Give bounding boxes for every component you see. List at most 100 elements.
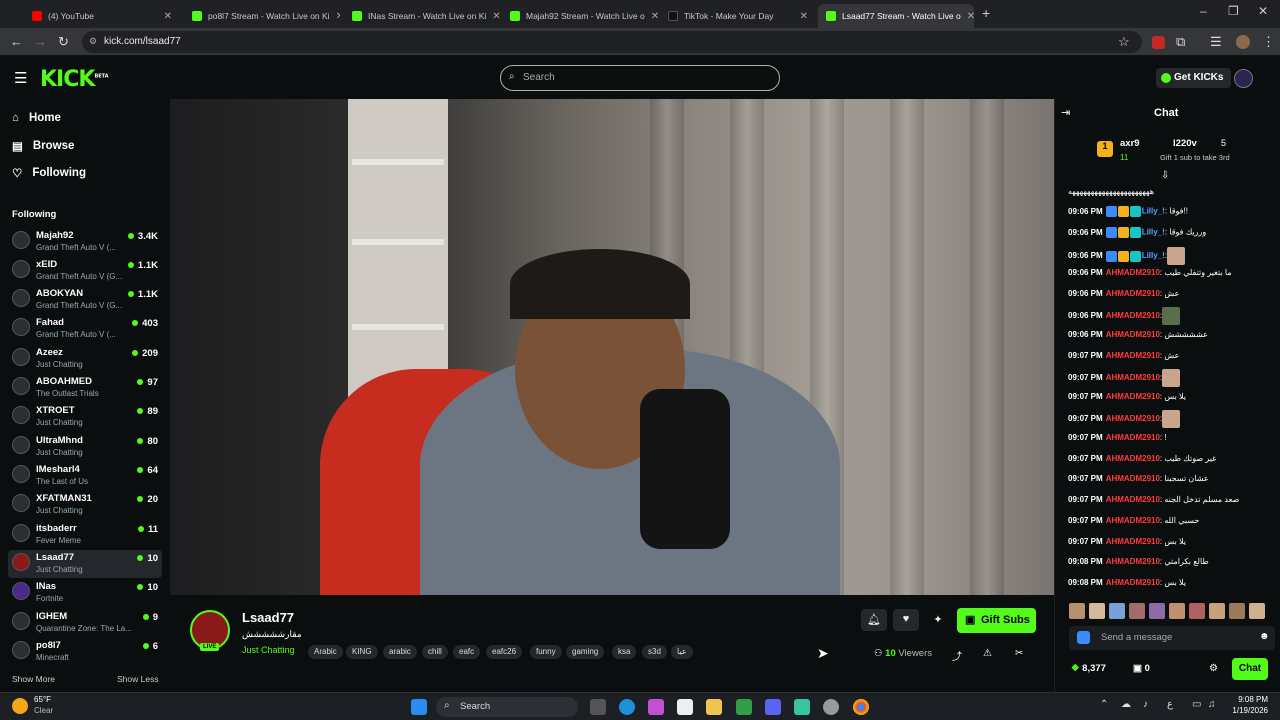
- chat-username[interactable]: Lilly_!: [1142, 207, 1165, 216]
- hamburger-menu-icon[interactable]: ☰: [14, 69, 27, 87]
- file-explorer-icon[interactable]: [706, 699, 722, 715]
- sidebar-channel[interactable]: xEID Grand Theft Auto V (G... 1.1K: [8, 257, 162, 285]
- chat-username[interactable]: AHMADM2910: [1106, 373, 1160, 382]
- clock-time[interactable]: 9:08 PM: [1222, 695, 1268, 704]
- chat-username[interactable]: AHMADM2910: [1106, 516, 1160, 525]
- browser-tab-active[interactable]: Lsaad77 Stream - Watch Live o ✕: [818, 4, 974, 28]
- forward-icon[interactable]: →: [34, 34, 47, 49]
- follow-button[interactable]: ♥: [893, 609, 919, 631]
- tag-chip[interactable]: ksa: [612, 645, 637, 659]
- task-view-icon[interactable]: [590, 699, 606, 715]
- minimize-icon[interactable]: –: [1200, 4, 1207, 18]
- close-tab-icon[interactable]: ✕: [336, 11, 340, 22]
- tag-chip[interactable]: عيا: [671, 645, 693, 659]
- browser-tab[interactable]: TikTok - Make Your Day ✕: [660, 4, 816, 28]
- tag-chip[interactable]: chill: [422, 645, 448, 659]
- emote[interactable]: [1229, 603, 1245, 619]
- tag-chip[interactable]: arabic: [383, 645, 417, 659]
- tray-chevron-icon[interactable]: ⌃: [1100, 699, 1108, 710]
- chat-username[interactable]: AHMADM2910: [1106, 268, 1160, 277]
- chat-username[interactable]: AHMADM2910: [1106, 351, 1160, 360]
- chat-username[interactable]: AHMADM2910: [1106, 454, 1160, 463]
- chat-username[interactable]: AHMADM2910: [1106, 578, 1160, 587]
- second-gifter-name[interactable]: I220v: [1173, 138, 1197, 149]
- kick-logo[interactable]: KICKBETA: [40, 67, 109, 92]
- tag-chip[interactable]: funny: [530, 645, 562, 659]
- send-chat-button[interactable]: Chat: [1232, 658, 1268, 680]
- report-icon[interactable]: ⚠: [983, 648, 992, 659]
- site-info-icon[interactable]: ⚙: [89, 36, 97, 47]
- browser-menu-icon[interactable]: ⋮: [1262, 34, 1275, 50]
- new-tab-button[interactable]: +: [982, 5, 990, 21]
- user-avatar[interactable]: [1234, 69, 1253, 88]
- collapse-chat-icon[interactable]: ⇥: [1061, 106, 1070, 119]
- tag-chip[interactable]: gaming: [566, 645, 605, 659]
- emote[interactable]: [1249, 603, 1265, 619]
- chrome-icon[interactable]: [853, 699, 869, 715]
- profile-avatar[interactable]: [1236, 35, 1250, 49]
- gift-subs-button[interactable]: ▣ Gift Subs: [957, 608, 1036, 633]
- store-icon[interactable]: [677, 699, 693, 715]
- close-tab-icon[interactable]: ✕: [967, 11, 974, 22]
- emote[interactable]: [1189, 603, 1205, 619]
- tag-chip[interactable]: eafc26: [486, 645, 523, 659]
- sidebar-channel[interactable]: ABOKYAN Grand Theft Auto V (G... 1.1K: [8, 286, 162, 314]
- close-tab-icon[interactable]: ✕: [651, 11, 658, 22]
- tag-chip[interactable]: eafc: [453, 645, 481, 659]
- copilot-icon[interactable]: [648, 699, 664, 715]
- sidebar-item-following[interactable]: ♡ Following: [12, 166, 86, 180]
- emote[interactable]: [1209, 603, 1225, 619]
- language-icon[interactable]: ع: [1167, 699, 1173, 710]
- discord-icon[interactable]: [765, 699, 781, 715]
- sidebar-channel[interactable]: XTROET Just Chatting 89: [8, 403, 162, 431]
- tag-chip[interactable]: s3d: [642, 645, 667, 659]
- close-tab-icon[interactable]: ✕: [492, 11, 500, 22]
- sidebar-item-browse[interactable]: ▤ Browse: [12, 139, 74, 153]
- sidebar-channel[interactable]: Majah92 Grand Theft Auto V (... 3.4K: [8, 228, 162, 256]
- emote[interactable]: [1149, 603, 1165, 619]
- back-icon[interactable]: ←: [10, 34, 23, 49]
- chat-username[interactable]: AHMADM2910: [1106, 433, 1160, 442]
- extensions-puzzle-icon[interactable]: ⧉: [1176, 34, 1185, 50]
- volume-icon[interactable]: ♫: [1208, 699, 1216, 710]
- sidebar-channel[interactable]: XFATMAN31 Just Chatting 20: [8, 491, 162, 519]
- emoji-icon[interactable]: ☻: [1259, 631, 1270, 642]
- app-icon[interactable]: [794, 699, 810, 715]
- show-more-link[interactable]: Show More: [12, 674, 55, 684]
- video-player[interactable]: [170, 99, 1054, 595]
- settings-icon[interactable]: [823, 699, 839, 715]
- reload-icon[interactable]: ↻: [58, 34, 69, 50]
- sidebar-channel[interactable]: UltraMhnd Just Chatting 80: [8, 433, 162, 461]
- emote[interactable]: [1109, 603, 1125, 619]
- close-tab-icon[interactable]: ✕: [164, 11, 172, 22]
- chat-username[interactable]: AHMADM2910: [1106, 392, 1160, 401]
- sidebar-channel[interactable]: INas Fortnite 10: [8, 579, 162, 607]
- search-input[interactable]: ⌕ Search: [500, 65, 780, 91]
- chat-username[interactable]: AHMADM2910: [1106, 414, 1160, 423]
- xbox-icon[interactable]: [736, 699, 752, 715]
- chat-username[interactable]: AHMADM2910: [1106, 311, 1160, 320]
- extension-icon[interactable]: [1152, 36, 1165, 49]
- browser-tab[interactable]: Majah92 Stream - Watch Live o ✕: [502, 4, 658, 28]
- emote[interactable]: [1169, 603, 1185, 619]
- sidebar-item-home[interactable]: ⌂ Home: [12, 112, 61, 124]
- url-field[interactable]: ⚙ kick.com/lsaad77: [82, 31, 1142, 53]
- sidebar-channel[interactable]: IGHEM Quarantine Zone: The La... 9: [8, 609, 162, 637]
- microphone-icon[interactable]: ♪: [1143, 699, 1148, 710]
- weather-icon[interactable]: [12, 698, 28, 714]
- edge-icon[interactable]: [619, 699, 635, 715]
- chat-username[interactable]: AHMADM2910: [1106, 495, 1160, 504]
- chat-username[interactable]: AHMADM2910: [1106, 474, 1160, 483]
- kicks-balance[interactable]: ❖ 8,377: [1071, 663, 1106, 674]
- chat-username[interactable]: AHMADM2910: [1106, 557, 1160, 566]
- close-tab-icon[interactable]: ✕: [800, 11, 808, 22]
- chat-username[interactable]: Lilly_!: [1142, 251, 1165, 260]
- emote[interactable]: [1129, 603, 1145, 619]
- maximize-icon[interactable]: ❐: [1228, 4, 1239, 18]
- kicks-button[interactable]: ✦: [925, 609, 951, 631]
- show-less-link[interactable]: Show Less: [117, 674, 159, 684]
- category-link[interactable]: Just Chatting: [242, 645, 295, 655]
- share-icon[interactable]: ⤴: [952, 648, 962, 663]
- streamer-name[interactable]: Lsaad77: [242, 610, 294, 625]
- close-window-icon[interactable]: ✕: [1258, 4, 1268, 18]
